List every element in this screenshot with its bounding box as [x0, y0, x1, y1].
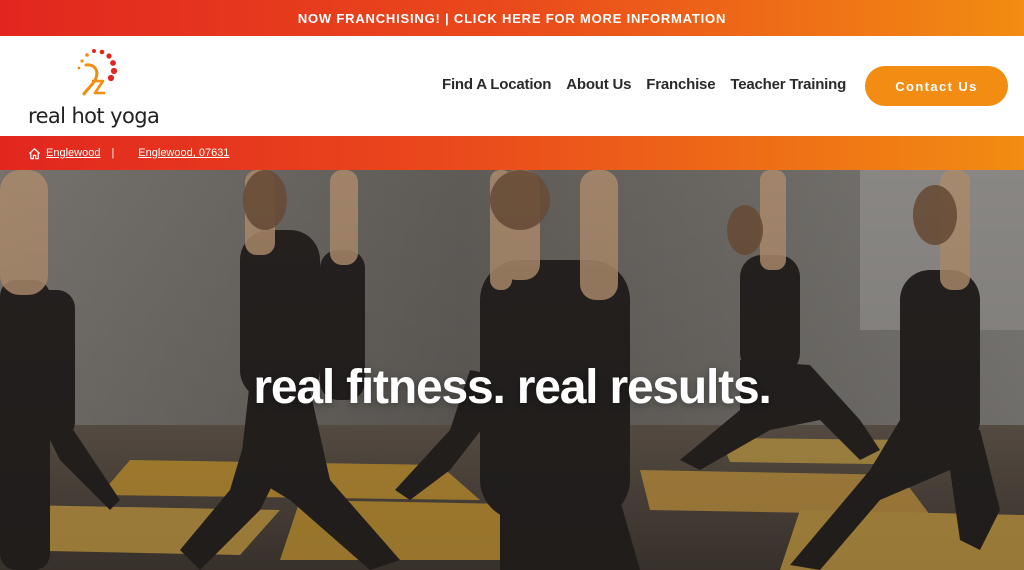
logo[interactable]: real hot yoga: [28, 48, 168, 128]
breadcrumb-address-link[interactable]: Englewood, 07631: [138, 147, 229, 159]
contact-us-button[interactable]: Contact Us: [865, 66, 1008, 106]
breadcrumb: Englewood | Englewood, 07631: [0, 136, 1024, 170]
site-header: real hot yoga Find A Location About Us F…: [0, 36, 1024, 136]
nav-item-teacher-training[interactable]: Teacher Training: [730, 76, 846, 93]
hero-title: real fitness. real results.: [253, 361, 771, 414]
nav-item-franchise[interactable]: Franchise: [646, 76, 715, 93]
brand-name: real hot yoga: [28, 104, 160, 128]
breadcrumb-separator: |: [111, 147, 115, 159]
promo-banner[interactable]: NOW FRANCHISING! | CLICK HERE FOR MORE I…: [0, 0, 1024, 36]
hero-section: real fitness. real results.: [0, 170, 1024, 570]
breadcrumb-studio-link[interactable]: Englewood: [46, 147, 100, 159]
logo-mark-icon: [77, 49, 118, 96]
nav-item-about-us[interactable]: About Us: [566, 76, 631, 93]
main-nav: Find A Location About Us Franchise Teach…: [442, 76, 846, 93]
promo-text[interactable]: NOW FRANCHISING! | CLICK HERE FOR MORE I…: [298, 11, 726, 26]
home-icon[interactable]: [28, 147, 41, 160]
nav-item-find-a-location[interactable]: Find A Location: [442, 76, 551, 93]
